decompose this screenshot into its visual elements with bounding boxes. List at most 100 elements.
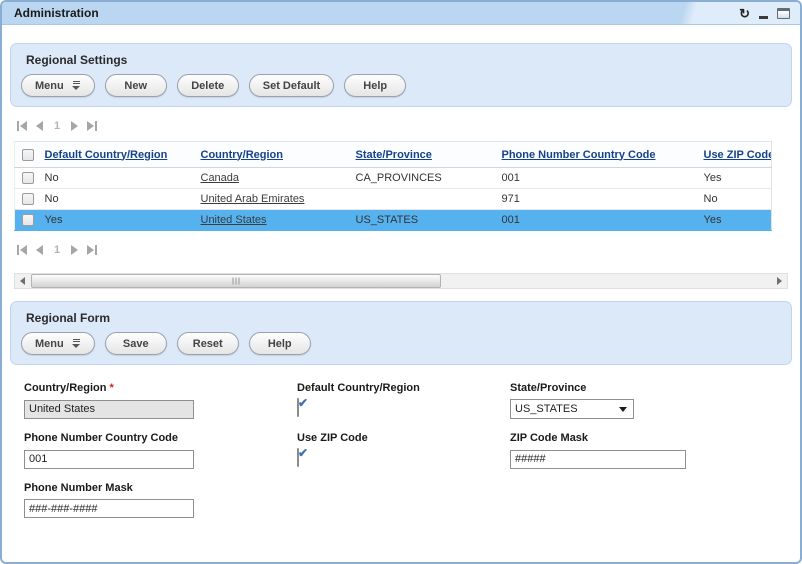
window-title: Administration <box>14 6 99 20</box>
reset-button[interactable]: Reset <box>177 332 239 355</box>
scrollbar-grip-icon <box>236 278 237 285</box>
form-menu-button[interactable]: Menu <box>21 332 95 355</box>
field-use-zip: Use ZIP Code <box>297 432 510 469</box>
state-label: State/Province <box>510 382 800 394</box>
cell-default-country: No <box>41 168 197 189</box>
table-row[interactable]: No United Arab Emirates 971 No <box>15 189 772 210</box>
cell-state <box>352 189 498 210</box>
cell-phone-code: 971 <box>498 189 700 210</box>
col-header-country: Country/Region <box>197 142 352 168</box>
sort-link-state[interactable]: State/Province <box>356 149 432 161</box>
cell-state: CA_PROVINCES <box>352 168 498 189</box>
regional-form-fields: Country/Region* Default Country/Region S… <box>2 365 800 518</box>
select-all-checkbox[interactable] <box>22 149 34 161</box>
cell-default-country: No <box>41 189 197 210</box>
next-page-icon[interactable] <box>71 245 78 255</box>
first-page-icon[interactable] <box>17 121 27 131</box>
table-row[interactable]: No Canada CA_PROVINCES 001 Yes <box>15 168 772 189</box>
minimize-icon[interactable] <box>759 16 768 19</box>
next-page-icon[interactable] <box>71 121 78 131</box>
regional-form-panel: Regional Form Menu Save Reset Help <box>10 301 792 365</box>
table-row-selected[interactable]: Yes United States US_STATES 001 Yes <box>15 210 772 231</box>
scroll-right-icon[interactable] <box>777 277 782 285</box>
form-help-button[interactable]: Help <box>249 332 311 355</box>
page-number: 1 <box>52 244 62 256</box>
default-country-label: Default Country/Region <box>297 382 510 394</box>
header-select-all-cell <box>15 142 41 168</box>
phone-mask-input[interactable] <box>24 499 194 518</box>
menu-button-label: Menu <box>35 80 64 92</box>
field-phone-code: Phone Number Country Code <box>24 432 297 469</box>
sort-link-use-zip[interactable]: Use ZIP Code <box>704 149 772 161</box>
horizontal-scrollbar[interactable] <box>14 273 788 289</box>
set-default-button[interactable]: Set Default <box>249 74 334 97</box>
scroll-left-icon[interactable] <box>20 277 25 285</box>
cell-state: US_STATES <box>352 210 498 231</box>
col-header-state: State/Province <box>352 142 498 168</box>
field-default-country: Default Country/Region <box>297 382 510 419</box>
cell-phone-code: 001 <box>498 210 700 231</box>
col-header-use-zip: Use ZIP Code <box>700 142 772 168</box>
field-country: Country/Region* <box>24 382 297 419</box>
new-button[interactable]: New <box>105 74 167 97</box>
phone-code-input[interactable] <box>24 450 194 469</box>
cell-use-zip: Yes <box>700 168 772 189</box>
field-zip-mask: ZIP Code Mask <box>510 432 800 469</box>
regional-form-title: Regional Form <box>26 311 781 325</box>
cell-use-zip: Yes <box>700 210 772 231</box>
phone-code-label: Phone Number Country Code <box>24 432 297 444</box>
sort-link-phone-code[interactable]: Phone Number Country Code <box>502 149 656 161</box>
regional-settings-title: Regional Settings <box>26 53 781 67</box>
country-link[interactable]: United States <box>201 214 267 226</box>
sort-link-country[interactable]: Country/Region <box>201 149 284 161</box>
col-header-phone-code: Phone Number Country Code <box>498 142 700 168</box>
table-header-row: Default Country/Region Country/Region St… <box>15 142 772 168</box>
state-dropdown-value: US_STATES <box>515 403 578 415</box>
menu-dropdown-icon <box>72 81 81 90</box>
cell-phone-code: 001 <box>498 168 700 189</box>
country-input[interactable] <box>24 400 194 419</box>
regional-settings-table: Default Country/Region Country/Region St… <box>14 141 772 231</box>
country-link[interactable]: Canada <box>201 172 240 184</box>
previous-page-icon[interactable] <box>36 245 43 255</box>
regional-settings-panel: Regional Settings Menu New Delete Set De… <box>10 43 792 107</box>
use-zip-label: Use ZIP Code <box>297 432 510 444</box>
list-pagination-bottom: 1 <box>17 244 800 256</box>
maximize-icon[interactable] <box>777 8 790 19</box>
use-zip-checkbox[interactable] <box>297 448 299 467</box>
default-country-checkbox[interactable] <box>297 398 299 417</box>
menu-button[interactable]: Menu <box>21 74 95 97</box>
regional-settings-toolbar: Menu New Delete Set Default Help <box>21 74 781 97</box>
save-button[interactable]: Save <box>105 332 167 355</box>
scrollbar-thumb[interactable] <box>31 274 441 288</box>
window-controls: ↻ <box>739 2 790 25</box>
phone-mask-label: Phone Number Mask <box>24 482 297 494</box>
country-link[interactable]: United Arab Emirates <box>201 193 305 205</box>
country-label: Country/Region* <box>24 382 297 394</box>
page-number: 1 <box>52 120 62 132</box>
help-button[interactable]: Help <box>344 74 406 97</box>
zip-mask-label: ZIP Code Mask <box>510 432 800 444</box>
refresh-icon[interactable]: ↻ <box>739 7 750 20</box>
zip-mask-input[interactable] <box>510 450 686 469</box>
cell-use-zip: No <box>700 189 772 210</box>
state-dropdown[interactable]: US_STATES <box>510 399 634 419</box>
delete-button[interactable]: Delete <box>177 74 239 97</box>
col-header-default-country: Default Country/Region <box>41 142 197 168</box>
previous-page-icon[interactable] <box>36 121 43 131</box>
first-page-icon[interactable] <box>17 245 27 255</box>
form-menu-button-label: Menu <box>35 338 64 350</box>
last-page-icon[interactable] <box>87 121 97 131</box>
row-checkbox[interactable] <box>22 193 34 205</box>
field-phone-mask: Phone Number Mask <box>24 482 297 519</box>
dropdown-arrow-icon <box>619 407 627 412</box>
administration-window: Administration ↻ Regional Settings Menu … <box>0 0 802 564</box>
required-marker: * <box>110 382 114 394</box>
last-page-icon[interactable] <box>87 245 97 255</box>
sort-link-default-country[interactable]: Default Country/Region <box>45 149 168 161</box>
row-checkbox[interactable] <box>22 172 34 184</box>
cell-default-country: Yes <box>41 210 197 231</box>
row-checkbox[interactable] <box>22 214 34 226</box>
list-pagination-top: 1 <box>17 120 800 132</box>
regional-form-toolbar: Menu Save Reset Help <box>21 332 781 355</box>
